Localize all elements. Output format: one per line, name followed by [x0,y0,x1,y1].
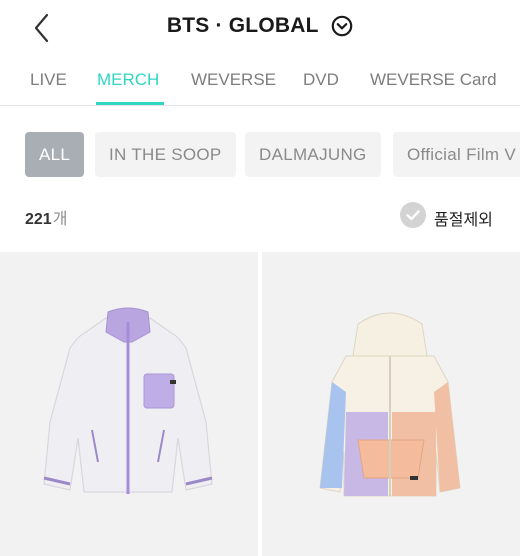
title-wrapper: BTS · GLOBAL [0,14,520,38]
results-bar: 221개 품절제외 [0,198,520,232]
app-header: BTS · GLOBAL [0,0,520,56]
chip-in-the-soop[interactable]: IN THE SOOP [95,132,236,177]
tab-weverse[interactable]: WEVERSE [191,70,276,90]
product-card[interactable] [0,252,258,556]
category-tabs: LIVE MERCH WEVERSE DVD WEVERSE Card [0,56,520,106]
result-count-number: 221 [25,211,52,228]
tab-merch[interactable]: MERCH [97,70,159,90]
exclude-soldout-label: 품절제외 [434,212,493,229]
chip-dalmajung[interactable]: DALMAJUNG [245,132,381,177]
page-title[interactable]: BTS · GLOBAL [167,14,319,38]
check-circle-icon [400,202,426,228]
chip-all[interactable]: ALL [25,132,85,177]
active-tab-indicator [96,102,164,105]
product-image [43,307,213,494]
result-count-unit: 개 [52,211,68,228]
chip-official-film[interactable]: Official Film V [393,132,520,177]
chevron-down-circle-icon [331,15,353,37]
product-image [319,312,461,497]
exclude-soldout-toggle[interactable]: 품절제외 [400,202,494,229]
result-count: 221개 [25,205,67,229]
tab-weverse-card[interactable]: WEVERSE Card [370,70,497,90]
product-grid [0,252,520,556]
tab-live[interactable]: LIVE [30,70,67,90]
tab-dvd[interactable]: DVD [303,70,339,90]
community-switch-button[interactable] [331,15,353,37]
product-card[interactable] [262,252,520,556]
filter-chips: ALL IN THE SOOP DALMAJUNG Official Film … [0,132,520,178]
